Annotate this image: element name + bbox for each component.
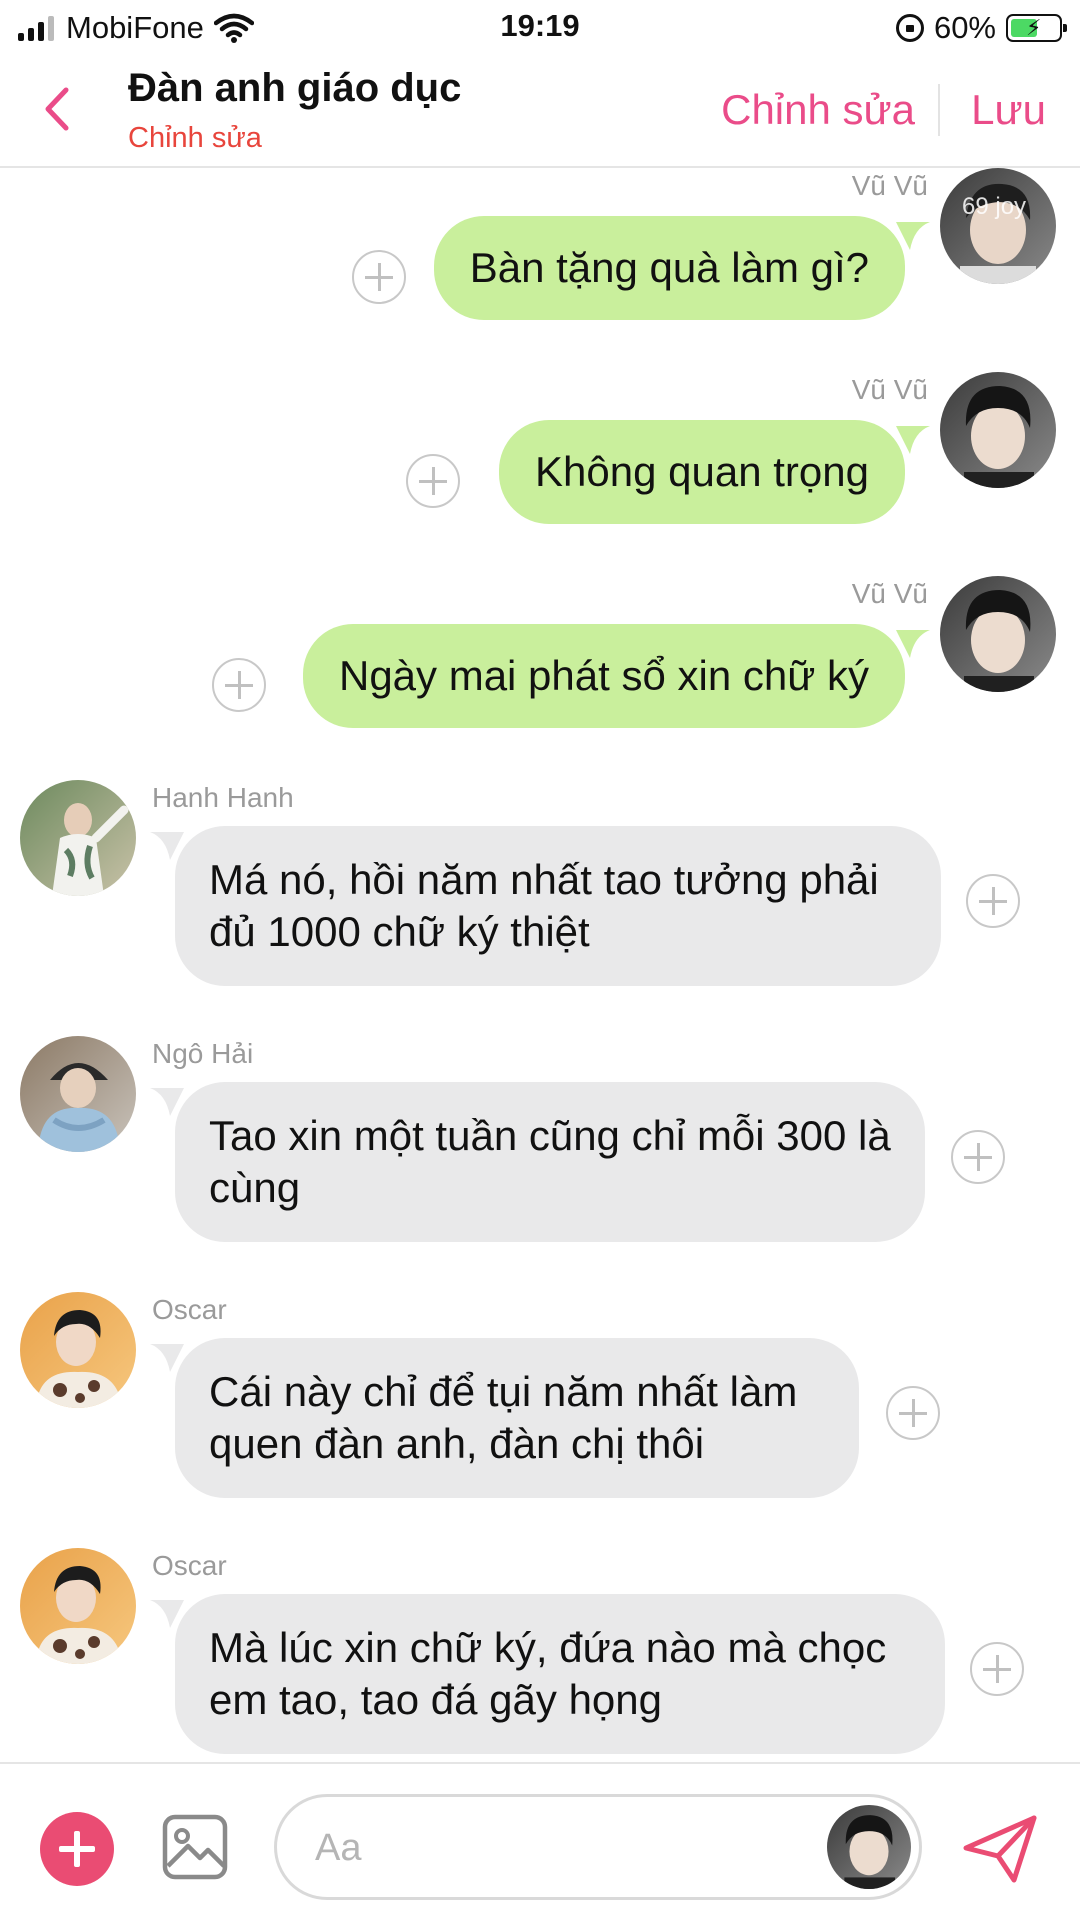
avatar[interactable]	[20, 1548, 136, 1664]
bubble-tail	[896, 426, 930, 454]
rotation-lock-icon	[895, 14, 924, 42]
send-icon[interactable]	[962, 1814, 1038, 1884]
message-outgoing: Vũ Vũ Bàn tặng quà làm gì? 69 joy	[0, 168, 1080, 368]
sender-name: Vũ Vũ	[851, 578, 928, 609]
sender-name: Ngô Hải	[152, 1038, 254, 1069]
image-icon[interactable]	[162, 1814, 228, 1880]
message-incoming: Hanh Hanh Má nó, hồi năm nhất tao tưởng …	[0, 780, 1080, 1030]
sender-name: Oscar	[152, 1550, 227, 1581]
bubble-tail	[896, 630, 930, 658]
reaction-add-icon[interactable]	[352, 250, 406, 304]
avatar[interactable]: 69 joy	[940, 168, 1056, 284]
add-plus-icon[interactable]	[40, 1812, 114, 1886]
sender-name: Hanh Hanh	[152, 782, 294, 813]
avatar[interactable]	[940, 576, 1056, 692]
message-bubble[interactable]: Má nó, hồi năm nhất tao tưởng phải đủ 10…	[175, 826, 941, 986]
reaction-add-icon[interactable]	[212, 658, 266, 712]
avatar[interactable]	[20, 780, 136, 896]
message-outgoing: Vũ Vũ Ngày mai phát sổ xin chữ ký	[0, 576, 1080, 776]
message-bubble[interactable]: Tao xin một tuần cũng chỉ mỗi 300 là cùn…	[175, 1082, 925, 1242]
header-divider	[938, 84, 940, 136]
bubble-tail	[896, 222, 930, 250]
chat-title: Đàn anh giáo dục	[128, 66, 462, 110]
sender-name: Vũ Vũ	[851, 374, 928, 405]
chat-header: Đàn anh giáo dục Chỉnh sửa Chỉnh sửa Lưu	[0, 56, 1080, 168]
edit-button[interactable]: Chỉnh sửa	[721, 86, 915, 134]
sender-name: Vũ Vũ	[851, 170, 928, 201]
reaction-add-icon[interactable]	[406, 454, 460, 508]
status-bar: MobiFone 19:19 60% ⚡	[0, 0, 1080, 56]
back-chevron-icon[interactable]	[38, 84, 78, 134]
message-input-container[interactable]	[274, 1794, 922, 1900]
composer-bar	[0, 1762, 1080, 1922]
avatar[interactable]	[20, 1292, 136, 1408]
message-bubble[interactable]: Không quan trọng	[499, 420, 905, 524]
message-bubble[interactable]: Ngày mai phát sổ xin chữ ký	[302, 624, 905, 728]
message-incoming: Oscar Cái này chỉ để tụi năm nhất làm qu…	[0, 1292, 1080, 1542]
avatar-watermark: 69 joy	[962, 193, 1026, 220]
message-input[interactable]	[313, 1815, 797, 1881]
message-bubble[interactable]: Mà lúc xin chữ ký, đứa nào mà chọc em ta…	[175, 1594, 945, 1754]
message-incoming: Ngô Hải Tao xin một tuần cũng chỉ mỗi 30…	[0, 1036, 1080, 1286]
persona-avatar[interactable]	[827, 1805, 911, 1889]
message-list[interactable]: Vũ Vũ Bàn tặng quà làm gì? 69 joy Vũ Vũ …	[0, 168, 1080, 1760]
battery-icon: ⚡	[1006, 14, 1067, 42]
avatar[interactable]	[20, 1036, 136, 1152]
charging-bolt-icon: ⚡	[1026, 15, 1042, 40]
sender-name: Oscar	[152, 1294, 227, 1325]
reaction-add-icon[interactable]	[966, 874, 1020, 928]
message-incoming: Oscar Mà lúc xin chữ ký, đứa nào mà chọc…	[0, 1548, 1080, 1758]
message-outgoing: Vũ Vũ Không quan trọng	[0, 372, 1080, 572]
reaction-add-icon[interactable]	[970, 1642, 1024, 1696]
chat-subtitle-edit[interactable]: Chỉnh sửa	[128, 122, 262, 155]
battery-percent: 60%	[933, 10, 996, 45]
reaction-add-icon[interactable]	[886, 1386, 940, 1440]
reaction-add-icon[interactable]	[951, 1130, 1005, 1184]
status-right: 60% ⚡	[895, 8, 1067, 48]
message-bubble[interactable]: Bàn tặng quà làm gì?	[433, 216, 905, 320]
save-button[interactable]: Lưu	[971, 86, 1046, 134]
avatar[interactable]	[940, 372, 1056, 488]
message-bubble[interactable]: Cái này chỉ để tụi năm nhất làm quen đàn…	[175, 1338, 859, 1498]
